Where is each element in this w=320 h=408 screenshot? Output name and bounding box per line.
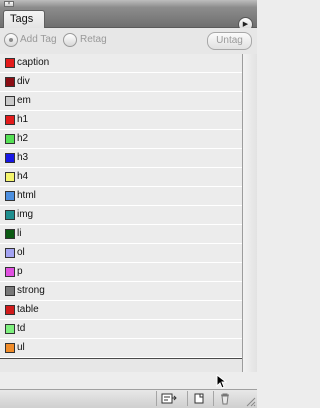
tag-row-em[interactable]: em	[0, 92, 242, 111]
tag-row-div[interactable]: div	[0, 73, 242, 92]
tag-color-swatch	[5, 343, 15, 353]
new-tag-icon	[194, 393, 204, 404]
tag-row-strong[interactable]: strong	[0, 282, 242, 301]
delete-tag-icon	[221, 393, 229, 405]
tag-color-swatch	[5, 305, 15, 315]
delete-tag-button[interactable]	[213, 391, 237, 406]
retag-label: Retag	[80, 34, 107, 45]
tag-label: html	[17, 190, 36, 201]
tag-row-img[interactable]: img	[0, 206, 242, 225]
tag-color-swatch	[5, 96, 15, 106]
mouse-pointer-icon	[216, 374, 227, 389]
tag-row-h2[interactable]: h2	[0, 130, 242, 149]
add-tag-radio[interactable]	[4, 33, 18, 47]
tab-tags[interactable]: Tags	[3, 10, 45, 28]
tag-row-h3[interactable]: h3	[0, 149, 242, 168]
tag-color-swatch	[5, 267, 15, 277]
tag-color-swatch	[5, 153, 15, 163]
tag-label: img	[17, 209, 34, 220]
tag-color-swatch	[5, 210, 15, 220]
tag-label: td	[17, 323, 26, 334]
tag-row-h1[interactable]: h1	[0, 111, 242, 130]
tag-color-swatch	[5, 286, 15, 296]
tag-label: h4	[17, 171, 29, 182]
tag-row-table[interactable]: table	[0, 301, 242, 320]
tag-row-li[interactable]: li	[0, 225, 242, 244]
panel-tab-row: Tags ▶	[0, 7, 257, 32]
tag-color-swatch	[5, 248, 15, 258]
tag-color-swatch	[5, 172, 15, 182]
tag-color-swatch	[5, 324, 15, 334]
tag-row-html[interactable]: html	[0, 187, 242, 206]
tag-label: p	[17, 266, 23, 277]
tag-label: h1	[17, 114, 29, 125]
tag-label: h3	[17, 152, 29, 163]
tag-color-swatch	[5, 77, 15, 87]
tag-row-p[interactable]: p	[0, 263, 242, 282]
tag-row-ul[interactable]: ul	[0, 339, 242, 358]
tag-options-bar: Add Tag Retag Untag	[0, 28, 257, 55]
tag-label: strong	[17, 285, 45, 296]
add-tag-label: Add Tag	[20, 34, 57, 45]
tag-label: table	[17, 304, 39, 315]
tag-color-swatch	[5, 58, 15, 68]
tag-row-td[interactable]: td	[0, 320, 242, 339]
panel-title-bar[interactable]: ×	[0, 0, 257, 7]
scrollbar[interactable]	[243, 54, 257, 372]
tag-color-swatch	[5, 134, 15, 144]
tag-label: ol	[17, 247, 25, 258]
resize-grip-icon[interactable]	[246, 397, 256, 407]
tag-label: h2	[17, 133, 29, 144]
tab-label: Tags	[10, 13, 34, 25]
new-tag-button[interactable]	[187, 391, 211, 406]
tag-color-swatch	[5, 229, 15, 239]
tag-label: caption	[17, 57, 50, 68]
radio-selected-dot	[9, 38, 13, 42]
retag-radio[interactable]	[63, 33, 77, 47]
tag-row-ol[interactable]: ol	[0, 244, 242, 263]
tag-list[interactable]: caption div em h1 h2 h3 h4 html img li ol p strong ta…	[0, 54, 243, 372]
list-empty-area	[0, 358, 242, 372]
tag-label: li	[17, 228, 22, 239]
tag-row-h4[interactable]: h4	[0, 168, 242, 187]
new-tag-from-selection-button[interactable]	[156, 391, 180, 406]
tag-color-swatch	[5, 115, 15, 125]
tag-label: ul	[17, 342, 25, 353]
untag-button[interactable]: Untag	[207, 32, 252, 50]
new-tag-from-selection-icon	[161, 393, 177, 404]
tag-color-swatch	[5, 191, 15, 201]
panel-bottom-toolbar	[0, 389, 257, 408]
tag-row-caption[interactable]: caption	[0, 54, 242, 73]
tag-label: em	[17, 95, 31, 106]
tag-label: div	[17, 76, 30, 87]
